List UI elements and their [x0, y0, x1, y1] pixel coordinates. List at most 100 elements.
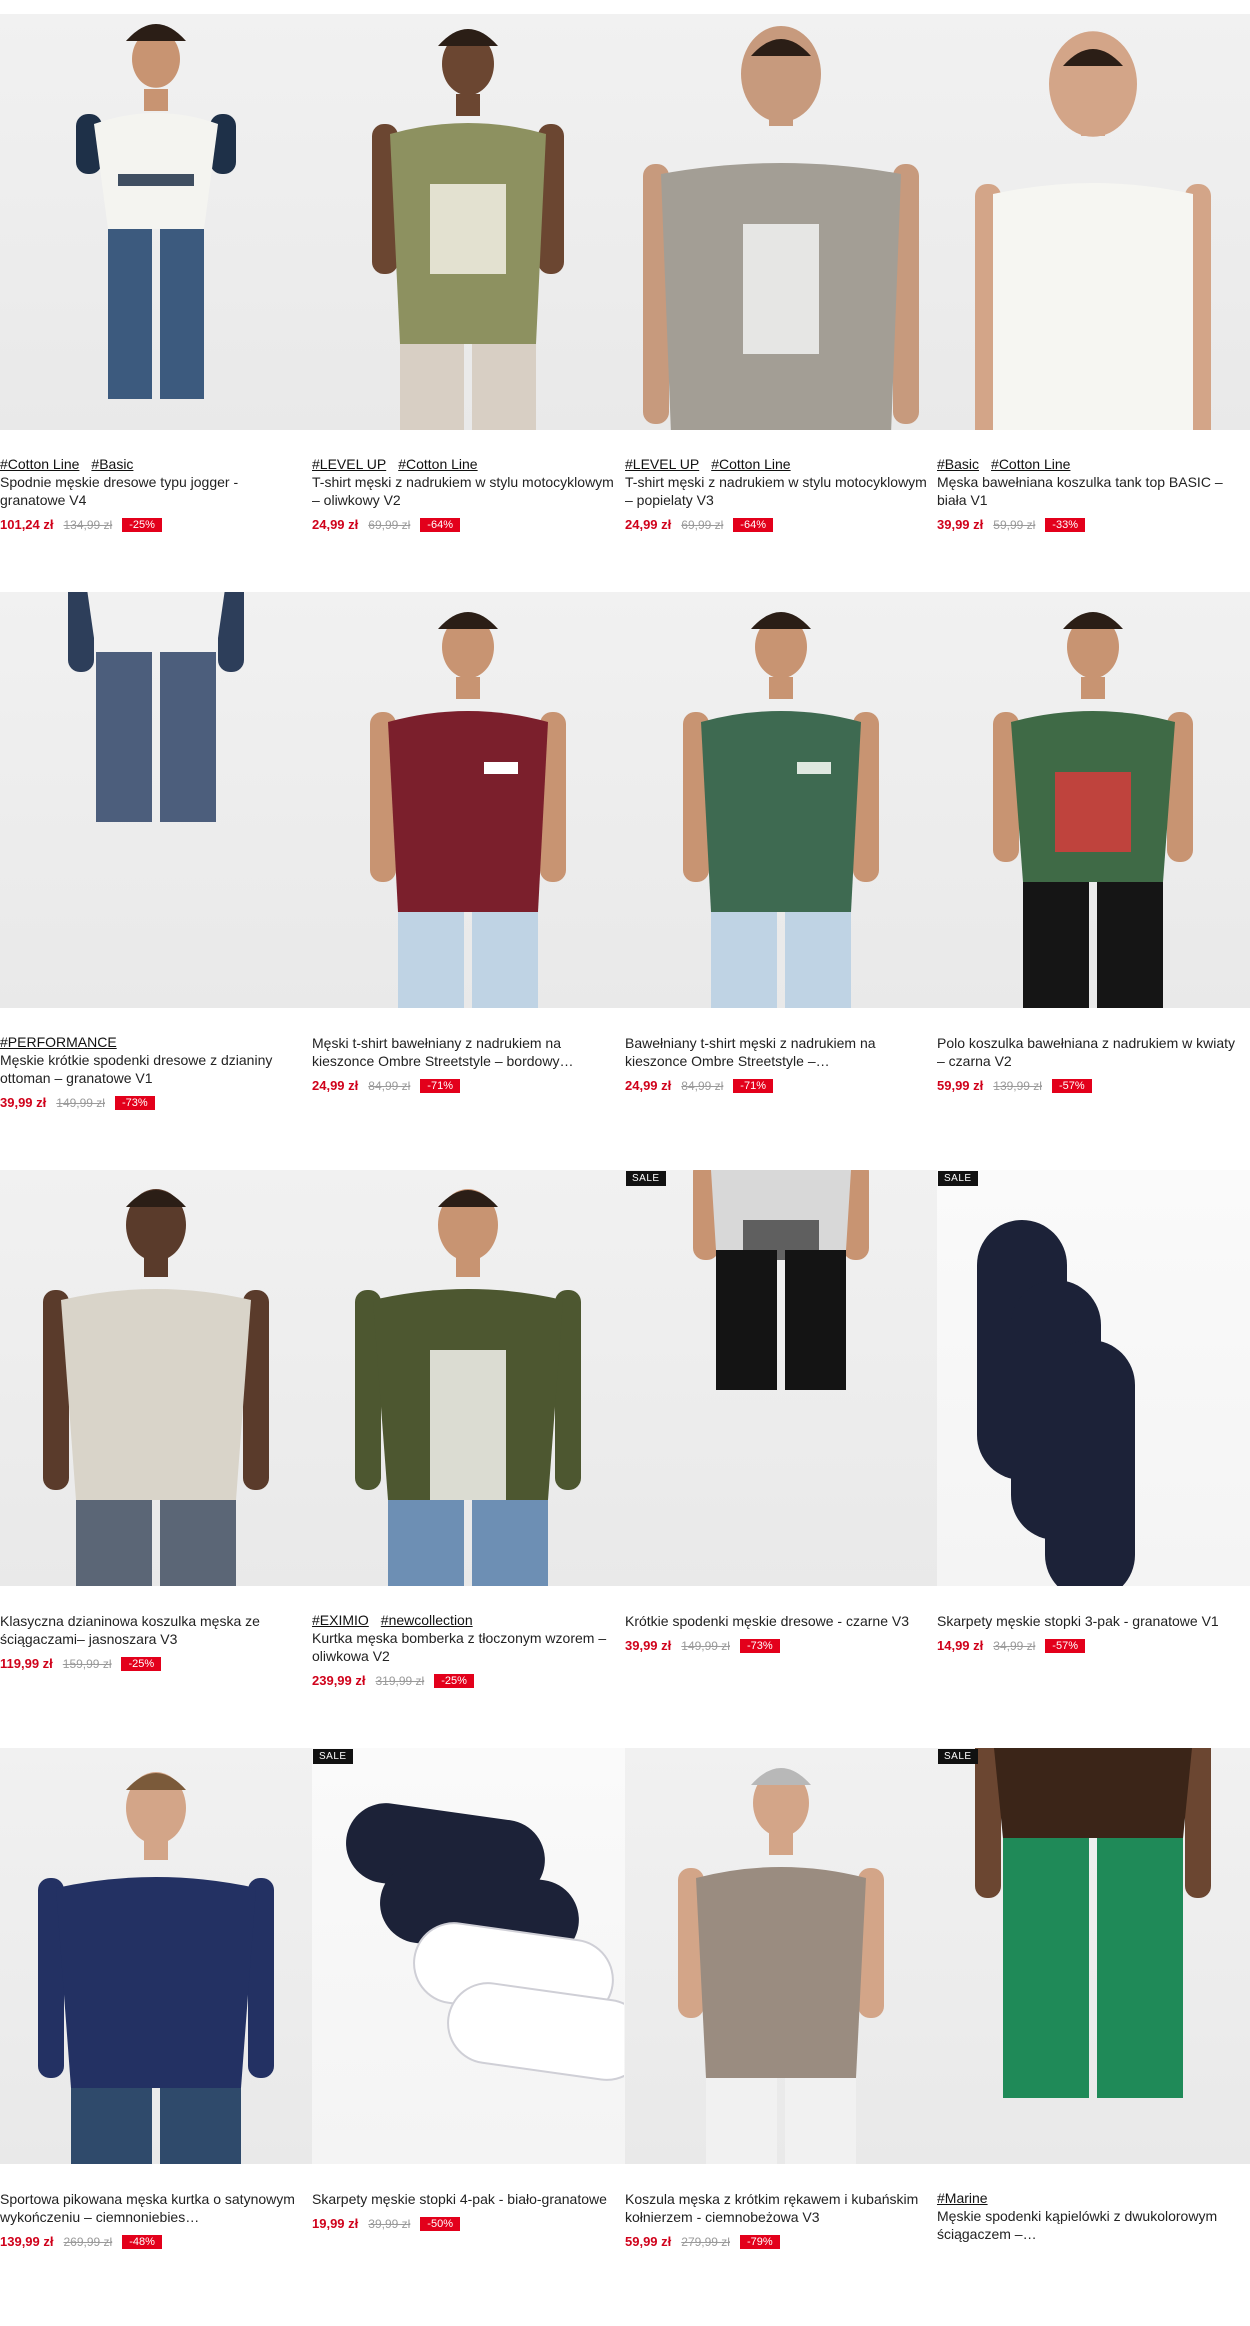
- current-price: 239,99 zł: [312, 1673, 366, 1688]
- product-card[interactable]: #PERFORMANCE Męskie krótkie spodenki dres…: [0, 592, 312, 1170]
- current-price: 39,99 zł: [0, 1095, 47, 1110]
- product-image[interactable]: [0, 14, 312, 430]
- product-title[interactable]: Męskie krótkie spodenki dresowe z dziani…: [0, 1051, 312, 1087]
- product-tags: #Marine: [937, 2190, 1250, 2207]
- product-tag-link[interactable]: #Marine: [937, 2190, 988, 2206]
- product-tag-link[interactable]: #Basic: [937, 456, 979, 472]
- product-title[interactable]: T-shirt męski z nadrukiem w stylu motocy…: [312, 473, 625, 509]
- old-price: 149,99 zł: [681, 1638, 730, 1653]
- product-image[interactable]: [0, 1748, 312, 2164]
- product-image[interactable]: [625, 592, 937, 1008]
- product-card[interactable]: Męski t-shirt bawełniany z nadrukiem na …: [312, 592, 625, 1170]
- price-row: 59,99 zł 279,99 zł -79%: [625, 2234, 937, 2249]
- product-title[interactable]: Koszula męska z krótkim rękawem i kubańs…: [625, 2190, 937, 2226]
- product-title[interactable]: T-shirt męski z nadrukiem w stylu motocy…: [625, 473, 937, 509]
- product-title[interactable]: Męskie spodenki kąpielówki z dwukolorowy…: [937, 2207, 1250, 2243]
- old-price: 139,99 zł: [993, 1078, 1042, 1093]
- product-tag-link[interactable]: #newcollection: [381, 1612, 473, 1628]
- price-row: 39,99 zł 149,99 zł -73%: [0, 1095, 312, 1110]
- product-card[interactable]: #LEVEL UP #Cotton Line T-shirt męski z nad…: [312, 14, 625, 592]
- product-title[interactable]: Kurtka męska bomberka z tłoczonym wzorem…: [312, 1629, 625, 1665]
- product-card[interactable]: Polo koszulka bawełniana z nadrukiem w k…: [937, 592, 1250, 1170]
- discount-badge: -48%: [122, 2234, 162, 2249]
- product-image[interactable]: SALE: [312, 1748, 625, 2164]
- product-image[interactable]: [0, 592, 312, 1008]
- discount-badge: -57%: [1045, 1638, 1085, 1653]
- discount-badge: -79%: [739, 2234, 780, 2249]
- product-image[interactable]: [937, 592, 1250, 1008]
- product-image[interactable]: [312, 592, 625, 1008]
- product-title[interactable]: Męski t-shirt bawełniany z nadrukiem na …: [312, 1034, 625, 1070]
- product-title[interactable]: Skarpety męskie stopki 3-pak - granatowe…: [937, 1612, 1250, 1630]
- product-title[interactable]: Bawełniany t-shirt męski z nadrukiem na …: [625, 1034, 937, 1070]
- current-price: 59,99 zł: [625, 2234, 672, 2249]
- product-tag-link[interactable]: #Cotton Line: [0, 456, 79, 472]
- price-row: 59,99 zł 139,99 zł -57%: [937, 1078, 1250, 1093]
- sale-badge: SALE: [626, 1171, 666, 1186]
- product-title[interactable]: Sportowa pikowana męska kurtka o satynow…: [0, 2190, 312, 2226]
- price-row: 24,99 zł 69,99 zł -64%: [625, 517, 937, 532]
- grey-tshirt-motor-oil-racing-print-image: [643, 26, 919, 430]
- discount-badge: -25%: [121, 1656, 162, 1671]
- price-row: 19,99 zł 39,99 zł -50%: [312, 2216, 625, 2231]
- product-image[interactable]: [625, 1748, 937, 2164]
- product-image[interactable]: SALE: [937, 1748, 1250, 2164]
- product-title[interactable]: Klasyczna dzianinowa koszulka męska ze ś…: [0, 1612, 312, 1648]
- current-price: 59,99 zł: [937, 1078, 984, 1093]
- product-image[interactable]: SALE: [937, 1170, 1250, 1586]
- product-card[interactable]: #Basic #Cotton Line Męska bawełniana koszu…: [937, 14, 1250, 592]
- beige-cuban-collar-shirt-image: [678, 1768, 884, 2164]
- old-price: 149,99 zł: [56, 1095, 105, 1110]
- product-image[interactable]: [312, 14, 625, 430]
- product-tags: #LEVEL UP #Cotton Line: [312, 456, 625, 473]
- white-tank-top-image: [975, 31, 1211, 430]
- price-row: 24,99 zł 84,99 zł -71%: [625, 1078, 937, 1093]
- product-tag-link[interactable]: #PERFORMANCE: [0, 1034, 117, 1050]
- product-tag-link[interactable]: #LEVEL UP: [312, 456, 386, 472]
- product-tag-link[interactable]: #Cotton Line: [991, 456, 1070, 472]
- product-card[interactable]: SALE Skarpety męskie stopki 3-pak - grana…: [937, 1170, 1250, 1748]
- old-price: 159,99 zł: [62, 1656, 112, 1671]
- product-tag-link[interactable]: #Cotton Line: [711, 456, 790, 472]
- product-image[interactable]: SALE: [625, 1170, 937, 1586]
- price-row: 119,99 zł 159,99 zł -25%: [0, 1656, 312, 1671]
- product-card[interactable]: #Cotton Line #Basic Spodnie męskie dresowe…: [0, 14, 312, 592]
- discount-badge: -64%: [420, 517, 460, 532]
- product-tags: #Cotton Line #Basic: [0, 456, 312, 473]
- current-price: 24,99 zł: [625, 517, 672, 532]
- product-card[interactable]: SALE #Marine Męskie spodenki kąpielówki z …: [937, 1748, 1250, 2326]
- discount-badge: -33%: [1045, 517, 1085, 532]
- product-image[interactable]: [312, 1170, 625, 1586]
- product-card[interactable]: #EXIMIO #newcollection Kurtka męska bomber…: [312, 1170, 625, 1748]
- discount-badge: -71%: [420, 1078, 460, 1093]
- price-row: 39,99 zł 59,99 zł -33%: [937, 517, 1250, 532]
- price-row: 24,99 zł 84,99 zł -71%: [312, 1078, 625, 1093]
- product-tag-link[interactable]: #EXIMIO: [312, 1612, 369, 1628]
- old-price: 59,99 zł: [993, 517, 1036, 532]
- product-image[interactable]: [937, 14, 1250, 430]
- product-title[interactable]: Spodnie męskie dresowe typu jogger - gra…: [0, 473, 312, 509]
- product-tag-link[interactable]: #Basic: [91, 456, 133, 472]
- product-title[interactable]: Skarpety męskie stopki 4-pak - biało-gra…: [312, 2190, 625, 2208]
- product-card[interactable]: Sportowa pikowana męska kurtka o satynow…: [0, 1748, 312, 2326]
- product-tag-link[interactable]: #LEVEL UP: [625, 456, 699, 472]
- product-card[interactable]: SALE Krótkie spodenki męskie dresowe - cz…: [625, 1170, 937, 1748]
- current-price: 24,99 zł: [312, 517, 359, 532]
- product-image[interactable]: [625, 14, 937, 430]
- white-navy-no-show-socks-4pack-image: [346, 1803, 624, 2081]
- product-card[interactable]: SALE Skarpety męskie stopki 4-pak - biało…: [312, 1748, 625, 2326]
- product-tag-link[interactable]: #Cotton Line: [398, 456, 477, 472]
- product-title[interactable]: Męska bawełniana koszulka tank top BASIC…: [937, 473, 1250, 509]
- old-price: 39,99 zł: [368, 2216, 411, 2231]
- discount-badge: -57%: [1051, 1078, 1092, 1093]
- product-card[interactable]: Bawełniany t-shirt męski z nadrukiem na …: [625, 592, 937, 1170]
- current-price: 14,99 zł: [937, 1638, 984, 1653]
- product-tags: #PERFORMANCE: [0, 1034, 312, 1051]
- product-title[interactable]: Krótkie spodenki męskie dresowe - czarne…: [625, 1612, 937, 1630]
- product-title[interactable]: Polo koszulka bawełniana z nadrukiem w k…: [937, 1034, 1250, 1070]
- product-card[interactable]: Koszula męska z krótkim rękawem i kubańs…: [625, 1748, 937, 2326]
- product-image[interactable]: [0, 1170, 312, 1586]
- old-price: 84,99 zł: [368, 1078, 411, 1093]
- product-card[interactable]: Klasyczna dzianinowa koszulka męska ze ś…: [0, 1170, 312, 1748]
- product-card[interactable]: #LEVEL UP #Cotton Line T-shirt męski z nad…: [625, 14, 937, 592]
